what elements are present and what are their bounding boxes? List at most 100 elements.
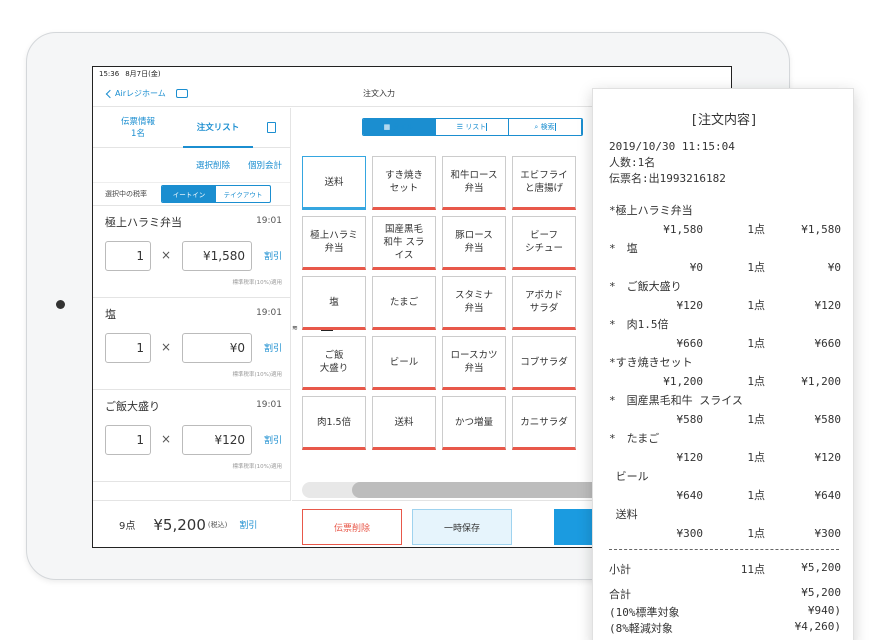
- menu-tile[interactable]: ロースカツ 弁当: [442, 336, 506, 390]
- menu-tile[interactable]: ご飯 大盛り: [302, 336, 366, 390]
- discount-link[interactable]: 割引: [264, 433, 282, 446]
- menu-tile-label: ロースカツ 弁当: [450, 350, 498, 374]
- order-footer: 9点 ¥5,200 (税込) 割引: [93, 500, 291, 547]
- receipt-item-qty: 1点: [747, 261, 765, 274]
- tax-note: 標準税率(10%)適用: [232, 280, 282, 286]
- subtotal-label: 小計: [609, 563, 631, 576]
- receipt-item-row: ¥1,200 1点 ¥1,200: [609, 372, 841, 391]
- discount-link[interactable]: 割引: [264, 341, 282, 354]
- item-name: 極上ハラミ弁当: [105, 216, 182, 229]
- menu-tile[interactable]: 塩: [302, 276, 366, 330]
- hold-button[interactable]: 一時保存: [412, 509, 512, 545]
- receipt-item-unit-price: ¥120: [676, 299, 704, 312]
- scrollbar-thumb[interactable]: [352, 482, 602, 498]
- menu-tile[interactable]: エビフライ と唐揚げ: [512, 156, 576, 210]
- status-date: 8月7日(金): [125, 70, 161, 78]
- receipt-item-row: ¥660 1点 ¥660: [609, 334, 842, 353]
- document-icon[interactable]: [267, 122, 276, 133]
- delete-slip-button[interactable]: 伝票削除: [302, 509, 402, 545]
- delete-selected-button[interactable]: 選択削除: [196, 159, 230, 171]
- tile-view-option[interactable]: ▦ タイル: [363, 119, 436, 135]
- back-button[interactable]: Airレジホーム: [93, 88, 166, 99]
- receipt-item-unit-price: ¥0: [689, 261, 703, 274]
- menu-tile-label: 国産黒毛 和牛 スラ イス: [383, 223, 425, 261]
- menu-tile[interactable]: 極上ハラミ 弁当: [302, 216, 366, 270]
- split-payment-button[interactable]: 個別会計: [248, 159, 282, 171]
- receipt-standard-tax-row: (10%標準対象 ¥940): [609, 604, 841, 620]
- menu-tile[interactable]: すき焼き セット: [372, 156, 436, 210]
- receipt-item-unit-price: ¥1,580: [663, 223, 703, 236]
- order-item: 極上ハラミ弁当 19:01 1 × ¥1,580 割引 標準税率(10%)適用: [93, 206, 290, 298]
- reduced-tax-amount: ¥4,260): [794, 620, 841, 633]
- status-bar: 15:36 8月7日(金) ≋ 69%: [93, 67, 731, 332]
- item-time: 19:01: [256, 308, 282, 318]
- total-label: 合計: [609, 588, 631, 601]
- menu-tile[interactable]: 国産黒毛 和牛 スラ イス: [372, 216, 436, 270]
- quantity-field[interactable]: 1: [105, 425, 151, 455]
- receipt-item-row: ¥640 1点 ¥640: [609, 486, 842, 505]
- menu-tile[interactable]: アボカド サラダ: [512, 276, 576, 330]
- standard-tax-label: (10%標準対象: [609, 606, 680, 619]
- menu-tile[interactable]: 肉1.5倍: [302, 396, 366, 450]
- menu-tile[interactable]: 和牛ロース 弁当: [442, 156, 506, 210]
- receipt-item-name: *極上ハラミ弁当: [609, 204, 693, 217]
- takeout-option[interactable]: テイクアウト: [216, 186, 270, 202]
- total-amount: ¥5,200: [801, 586, 841, 599]
- menu-tile[interactable]: カニサラダ: [512, 396, 576, 450]
- page-title: 注文入力: [363, 89, 395, 98]
- receipt-reduced-tax-row: (8%軽減対象 ¥4,260): [609, 620, 841, 636]
- receipt-item-row: ¥300 1点 ¥300: [609, 524, 842, 543]
- tile-view-label: タイル: [392, 123, 415, 131]
- price-field[interactable]: ¥120: [182, 425, 252, 455]
- menu-tile[interactable]: たまご: [372, 276, 436, 330]
- chevron-left-icon: [105, 89, 115, 98]
- search-label: 検索: [540, 123, 556, 131]
- menu-tile[interactable]: スタミナ 弁当: [442, 276, 506, 330]
- menu-tile-label: アボカド サラダ: [524, 290, 563, 314]
- menu-tile[interactable]: 送料: [372, 396, 436, 450]
- menu-tile[interactable]: かつ増量: [442, 396, 506, 450]
- quantity-field[interactable]: 1: [105, 241, 151, 271]
- tab-order-list[interactable]: 注文リスト: [183, 108, 253, 148]
- menu-tile[interactable]: 豚ロース 弁当: [442, 216, 506, 270]
- home-button[interactable]: [56, 300, 65, 309]
- printer-icon[interactable]: [175, 89, 188, 98]
- receipt-item-row: ¥0 1点 ¥0: [609, 258, 841, 277]
- receipt-item-row: ¥120 1点 ¥120: [609, 296, 842, 315]
- receipt-item-unit-price: ¥660: [676, 337, 704, 350]
- receipt-datetime: 2019/10/30 11:15:04: [609, 140, 735, 153]
- times-sign: ×: [161, 340, 172, 354]
- receipt-item-amount: ¥120: [814, 451, 842, 464]
- menu-tile-label: 和牛ロース 弁当: [450, 170, 498, 194]
- status-time: 15:36: [99, 70, 120, 78]
- menu-tile-label: 肉1.5倍: [316, 416, 352, 428]
- menu-tile-label: ビール: [389, 356, 419, 368]
- menu-tile[interactable]: ビール: [372, 336, 436, 390]
- order-total: ¥5,200: [153, 515, 206, 534]
- subtotal-qty: 11点: [740, 563, 765, 576]
- menu-tile[interactable]: コブサラダ: [512, 336, 576, 390]
- menu-tile[interactable]: ビーフ シチュー: [512, 216, 576, 270]
- back-label: Airレジホーム: [115, 89, 166, 98]
- receipt-item-name: * ご飯大盛り: [609, 280, 682, 293]
- tax-rate-toggle: イートイン テイクアウト: [161, 185, 271, 203]
- view-mode-toggle: ▦ タイル ☰ リスト ⌕ 検索: [362, 118, 583, 136]
- tab-slip-info[interactable]: 伝票情報 1名: [93, 116, 183, 140]
- subtotal-amount: ¥5,200: [801, 561, 841, 574]
- discount-link[interactable]: 割引: [264, 249, 282, 262]
- quantity-field[interactable]: 1: [105, 333, 151, 363]
- item-name: 塩: [105, 308, 116, 321]
- price-field[interactable]: ¥1,580: [182, 241, 252, 271]
- search-option[interactable]: ⌕ 検索: [509, 119, 582, 135]
- eat-in-option[interactable]: イートイン: [162, 186, 216, 202]
- menu-tile[interactable]: 送料: [302, 156, 366, 210]
- menu-tile-label: 極上ハラミ 弁当: [310, 230, 358, 254]
- receipt-item-name: * 塩: [609, 242, 638, 255]
- price-field[interactable]: ¥0: [182, 333, 252, 363]
- menu-tile-label: すき焼き セット: [384, 170, 423, 194]
- list-view-option[interactable]: ☰ リスト: [436, 119, 509, 135]
- receipt-item-unit-price: ¥580: [676, 413, 704, 426]
- receipt-item-row: ¥120 1点 ¥120: [609, 448, 842, 467]
- receipt-slip-name: 伝票名:出1993216182: [609, 172, 726, 185]
- total-discount-link[interactable]: 割引: [239, 518, 257, 531]
